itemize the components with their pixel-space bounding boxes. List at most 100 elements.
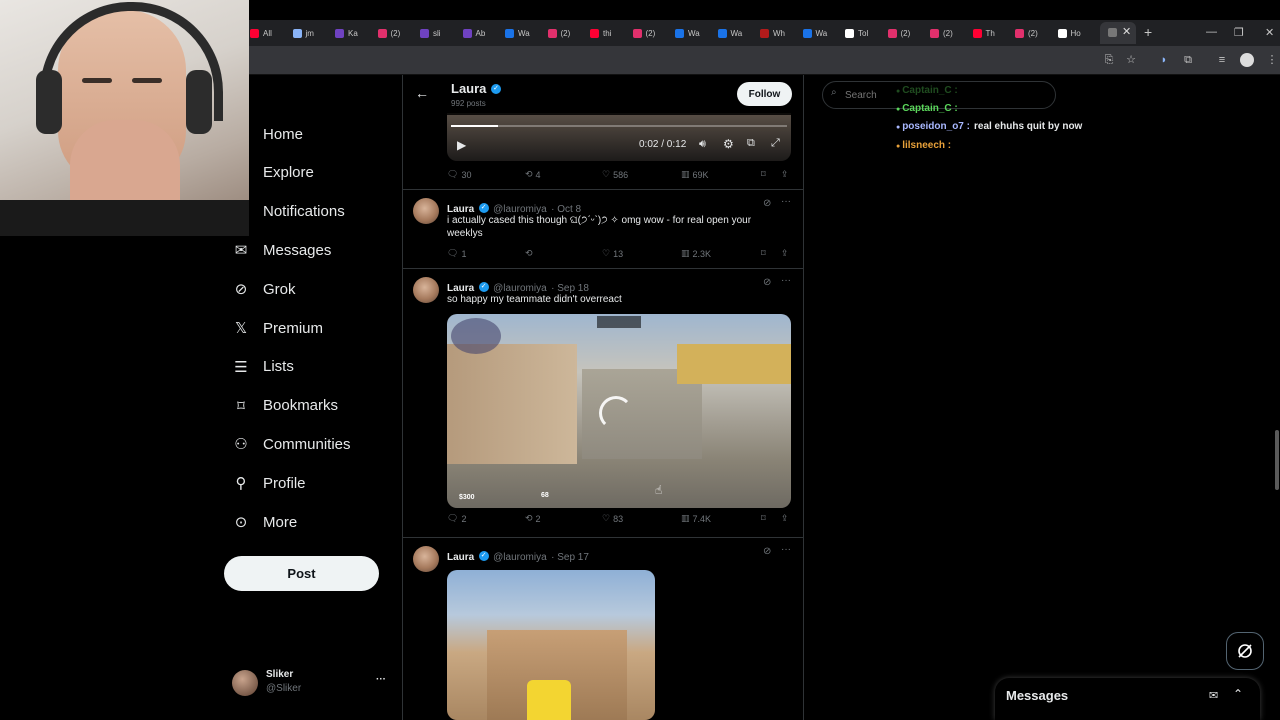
new-message-icon[interactable]: ✉ — [1209, 689, 1218, 702]
share-icon[interactable]: ⇪ — [781, 248, 789, 259]
new-tab-icon[interactable]: + — [1144, 24, 1152, 40]
post-button[interactable]: Post — [224, 556, 379, 591]
volume-icon[interactable]: 🔊︎ — [699, 138, 706, 151]
tweet-video[interactable]: $300 68 — [447, 314, 791, 508]
expand-icon[interactable]: ⌃ — [1233, 687, 1243, 701]
pip-icon[interactable]: ⧉ — [747, 137, 755, 150]
profile-name: Laura — [451, 81, 487, 96]
envelope-icon: ✉ — [234, 242, 248, 260]
back-arrow-icon[interactable]: ← — [415, 85, 429, 101]
minimize-icon[interactable]: — — [1206, 26, 1217, 38]
play-icon[interactable]: ▶ — [457, 138, 466, 152]
profile-avatar-icon[interactable] — [1240, 53, 1254, 67]
browser-tab[interactable]: Tol — [845, 24, 868, 42]
browser-tab[interactable]: (2) — [377, 24, 400, 42]
views-button[interactable]: ▥ 2.3K — [681, 248, 711, 259]
fullscreen-icon[interactable]: ⤢ — [771, 137, 780, 150]
settings-gear-icon[interactable]: ⚙ — [723, 137, 734, 151]
browser-tab[interactable]: Wa — [717, 24, 742, 42]
tab-label: Wa — [688, 28, 700, 38]
repost-button[interactable]: ⟲ — [525, 248, 536, 259]
reply-button[interactable]: 🗨︎ 30 — [447, 169, 471, 180]
more-icon[interactable]: ··· — [781, 275, 791, 286]
reply-button[interactable]: 🗨︎ 1 — [447, 248, 466, 259]
tweet-image[interactable] — [447, 570, 655, 720]
nav-item-notifications[interactable]: 🔔︎Notifications — [232, 198, 382, 226]
kebab-menu-icon[interactable]: ⋮ — [1266, 54, 1278, 66]
tweet-handle[interactable]: @lauromiya — [493, 552, 547, 563]
nav-item-more[interactable]: ⊙ More — [232, 508, 382, 536]
bookmark-star-icon[interactable]: ☆ — [1125, 54, 1137, 66]
account-switcher[interactable]: Sliker @Sliker ··· — [230, 668, 390, 698]
browser-tab[interactable]: Ka — [335, 24, 358, 42]
like-button[interactable]: ♡ 586 — [602, 169, 628, 180]
browser-tab[interactable]: jm — [292, 24, 314, 42]
close-tab-icon[interactable]: ✕ — [1122, 25, 1131, 38]
nav-item-home[interactable]: ⌂Home — [232, 120, 382, 148]
grok-icon[interactable]: ⊘ — [763, 277, 771, 288]
browser-tab[interactable]: Ho — [1057, 24, 1081, 42]
browser-tab[interactable]: (2) — [632, 24, 655, 42]
tweet[interactable]: Laura ✓ @lauromiya · Sep 17 ⊘ ··· — [403, 538, 803, 720]
account-more-icon[interactable]: ··· — [376, 674, 386, 685]
active-tab[interactable]: ✕ — [1100, 22, 1136, 44]
nav-item-premium[interactable]: 𝕏 Premium — [232, 314, 382, 342]
browser-tab[interactable]: (2) — [887, 24, 910, 42]
browser-tab[interactable]: (2) — [547, 24, 570, 42]
like-button[interactable]: ♡ 83 — [602, 513, 623, 524]
browser-tab[interactable]: Wa — [505, 24, 530, 42]
browser-tab[interactable]: All — [250, 24, 272, 42]
tab-favicon-icon — [590, 28, 599, 38]
tweet-author[interactable]: Laura — [447, 552, 474, 563]
grok-fab[interactable] — [1226, 632, 1264, 670]
browser-tab[interactable]: sli — [420, 24, 441, 42]
bookmark-button[interactable]: ⌑ — [761, 513, 766, 524]
tab-label: Th — [985, 28, 995, 38]
nav-item-profile[interactable]: ⚲ Profile — [232, 469, 382, 497]
browser-tab[interactable]: (2) — [930, 24, 953, 42]
share-icon[interactable]: ⇪ — [781, 513, 789, 524]
close-window-icon[interactable]: ✕ — [1265, 26, 1274, 39]
views-button[interactable]: ▥ 7.4K — [681, 513, 711, 524]
repost-button[interactable]: ⟲ 4 — [525, 169, 541, 180]
browser-tab[interactable]: (2) — [1015, 24, 1038, 42]
share-icon[interactable]: ⇪ — [781, 169, 789, 180]
browser-tab[interactable]: thi — [590, 24, 611, 42]
video-player[interactable]: ▶ 0:02 / 0:12 🔊︎ ⚙ ⧉ ⤢ — [447, 113, 791, 161]
browser-tab[interactable]: Wa — [675, 24, 700, 42]
video-progress-track[interactable] — [451, 125, 787, 127]
tweet-date[interactable]: · Sep 17 — [551, 552, 589, 563]
page-scrollbar[interactable] — [1275, 430, 1279, 490]
tab-label: Ab — [475, 28, 486, 38]
nav-item-bookmarks[interactable]: ⌑ Bookmarks — [232, 392, 382, 420]
messages-drawer[interactable]: Messages ✉ ⌃ — [995, 678, 1260, 720]
nav-item-grok[interactable]: ⊘ Grok — [232, 275, 382, 303]
nav-item-explore[interactable]: ⌕Explore — [232, 159, 382, 187]
nav-item-messages[interactable]: ✉ Messages — [232, 236, 382, 264]
repost-button[interactable]: ⟲ 2 — [525, 513, 541, 524]
profile-header: ← Laura ✓ 992 posts Follow — [403, 75, 803, 115]
more-icon[interactable]: ··· — [781, 196, 791, 207]
reply-button[interactable]: 🗨︎ 2 — [447, 513, 466, 524]
nav-item-communities[interactable]: ⚇ Communities — [232, 430, 382, 458]
grok-icon[interactable]: ⊘ — [763, 198, 771, 209]
browser-tab[interactable]: Ab — [462, 24, 486, 42]
install-app-icon[interactable]: ⎘ — [1103, 54, 1115, 66]
media-control-icon[interactable]: ≡ — [1216, 54, 1228, 66]
restore-icon[interactable]: ❐ — [1234, 26, 1244, 39]
bookmark-button[interactable]: ⌑ — [761, 169, 766, 180]
follow-button[interactable]: Follow — [737, 82, 792, 106]
bookmark-button[interactable]: ⌑ — [761, 248, 766, 259]
nav-item-lists[interactable]: ☰ Lists — [232, 353, 382, 381]
tweet[interactable]: Laura ✓ @lauromiya · Oct 8 ⊘ ··· i actua… — [403, 190, 803, 268]
extensions-icon[interactable]: ⧉ — [1182, 54, 1194, 66]
extension-audio-icon[interactable]: ◗ — [1158, 54, 1170, 66]
like-button[interactable]: ♡ 13 — [602, 248, 623, 259]
grok-icon[interactable]: ⊘ — [763, 546, 771, 557]
browser-tab[interactable]: Th — [972, 24, 995, 42]
views-button[interactable]: ▥ 69K — [681, 169, 709, 180]
more-icon[interactable]: ··· — [781, 544, 791, 555]
browser-tab[interactable]: Wh — [760, 24, 785, 42]
browser-tab[interactable]: Wa — [802, 24, 827, 42]
tweet[interactable]: Laura ✓ @lauromiya · Sep 18 ⊘ ··· so hap… — [403, 269, 803, 537]
